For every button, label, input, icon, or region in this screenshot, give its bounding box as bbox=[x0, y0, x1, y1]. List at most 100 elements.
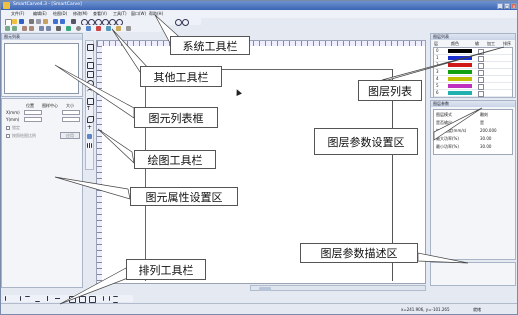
ellipse-icon[interactable] bbox=[87, 80, 94, 87]
zoom-all-icon[interactable] bbox=[175, 19, 182, 26]
grid-icon[interactable] bbox=[126, 26, 131, 31]
layer-param-value[interactable]: 30.00 bbox=[480, 144, 491, 150]
menu-tools[interactable]: 工具(T) bbox=[113, 11, 127, 17]
rectangle-icon[interactable] bbox=[87, 71, 94, 78]
layer-row[interactable]: 1 bbox=[434, 55, 512, 62]
save-icon[interactable] bbox=[19, 19, 24, 24]
layer-color-swatch[interactable] bbox=[448, 63, 472, 67]
layer-row[interactable]: 2 bbox=[434, 62, 512, 69]
y-size-field[interactable] bbox=[62, 117, 80, 122]
layer-color-swatch[interactable] bbox=[448, 56, 472, 60]
align-bottom-icon[interactable] bbox=[35, 296, 40, 302]
layer-output-checkbox[interactable] bbox=[478, 91, 484, 97]
props-header-size: 大小 bbox=[66, 103, 74, 108]
x-position-field[interactable] bbox=[24, 110, 42, 115]
point-icon[interactable]: + bbox=[87, 125, 92, 131]
line-icon[interactable] bbox=[87, 53, 92, 59]
lock-checkbox[interactable] bbox=[6, 126, 10, 130]
open-file-icon[interactable] bbox=[12, 19, 17, 24]
same-height-icon[interactable] bbox=[79, 296, 86, 303]
layer-icon[interactable] bbox=[86, 26, 91, 31]
y-position-field[interactable] bbox=[24, 117, 42, 122]
close-icon[interactable]: × bbox=[511, 3, 517, 9]
align-right-icon[interactable] bbox=[15, 296, 21, 301]
center-v-icon[interactable] bbox=[55, 296, 60, 301]
layer-param-label: 最大功率(%) bbox=[436, 136, 459, 141]
center-h-icon[interactable] bbox=[45, 296, 50, 301]
canvas-hscrollbar[interactable] bbox=[250, 285, 426, 291]
layer-color-swatch[interactable] bbox=[448, 91, 472, 95]
polygon-icon[interactable] bbox=[87, 98, 94, 105]
group-icon[interactable] bbox=[5, 26, 10, 31]
callout-element-props: 图元属性设置区 bbox=[130, 187, 238, 206]
distribute-v-icon[interactable] bbox=[113, 296, 118, 303]
layer-number: 5 bbox=[436, 83, 439, 88]
menu-help[interactable]: 帮助(H) bbox=[149, 11, 163, 17]
undo-icon[interactable] bbox=[53, 19, 58, 24]
rotate-icon[interactable] bbox=[39, 26, 44, 31]
cut-icon[interactable] bbox=[29, 19, 34, 24]
layer-color-swatch[interactable] bbox=[448, 84, 472, 88]
status-bar: x=241.906, y=-101.265 就绪 bbox=[1, 303, 517, 314]
layer-param-value[interactable]: 200.000 bbox=[480, 128, 497, 134]
layer-param-value[interactable]: 30.00 bbox=[480, 136, 491, 142]
node-edit-icon[interactable] bbox=[56, 26, 61, 31]
x-size-field[interactable] bbox=[62, 110, 80, 115]
lock-icon[interactable] bbox=[116, 26, 121, 31]
minimize-icon[interactable]: _ bbox=[497, 3, 503, 9]
layer-color-swatch[interactable] bbox=[448, 70, 472, 74]
distribute-h-icon[interactable] bbox=[103, 296, 110, 301]
menu-edit[interactable]: 编辑(E) bbox=[33, 11, 47, 17]
same-size-icon[interactable] bbox=[89, 296, 96, 303]
menu-modify[interactable]: 修改(M) bbox=[73, 11, 88, 17]
callout-system-toolbar: 系统工具栏 bbox=[170, 36, 250, 55]
ungroup-icon[interactable] bbox=[12, 26, 17, 31]
mirror-h-icon[interactable] bbox=[22, 26, 27, 31]
layer-number: 2 bbox=[436, 62, 439, 67]
barcode-icon[interactable] bbox=[87, 143, 92, 148]
select-icon[interactable] bbox=[71, 19, 76, 24]
align-top-icon[interactable] bbox=[25, 296, 30, 302]
layer-param-value[interactable]: 雕刻 bbox=[480, 112, 488, 118]
layer-param-label: 是否输出 bbox=[436, 120, 452, 125]
arc-icon[interactable] bbox=[87, 89, 92, 95]
zoom-extents-icon[interactable] bbox=[182, 19, 189, 26]
menu-view[interactable]: 查看(V) bbox=[93, 11, 107, 17]
layer-params-grid[interactable]: 图层模式 雕刻 是否输出 是加工速度(mm/s) 200.000 最大功率(%) 30.00… bbox=[433, 109, 513, 155]
apply-button[interactable]: 应用 bbox=[60, 132, 80, 139]
array-icon[interactable] bbox=[46, 26, 51, 31]
layer-row[interactable]: 6 bbox=[434, 90, 512, 97]
layer-params-panel: 图层参数 图层模式 雕刻 是否输出 是加工速度(mm/s) 200.000 最大功率(%)… bbox=[430, 100, 516, 260]
title-bar: SmartCarve4.3 - [SmartCarve] _ □ × bbox=[1, 1, 517, 10]
layer-color-swatch[interactable] bbox=[448, 77, 472, 81]
simulate-icon[interactable] bbox=[66, 26, 71, 31]
callout-arrange-toolbar: 排列工具栏 bbox=[126, 259, 206, 280]
paste-icon[interactable] bbox=[43, 19, 48, 24]
align-left-icon[interactable] bbox=[5, 296, 11, 301]
text-icon[interactable]: T bbox=[87, 107, 92, 112]
copy-icon[interactable] bbox=[36, 19, 41, 24]
layer-row[interactable]: 3 bbox=[434, 69, 512, 76]
layer-param-value[interactable]: 是 bbox=[480, 120, 484, 126]
polyline-icon[interactable] bbox=[87, 62, 94, 69]
image-icon[interactable] bbox=[87, 134, 92, 139]
same-width-icon[interactable] bbox=[69, 296, 76, 303]
gear-icon[interactable] bbox=[76, 26, 81, 31]
layer-row[interactable]: 0 bbox=[434, 48, 512, 55]
redo-icon[interactable] bbox=[60, 19, 65, 24]
menu-window[interactable]: 窗口(W) bbox=[131, 11, 146, 17]
mirror-v-icon[interactable] bbox=[29, 26, 34, 31]
element-list-box[interactable] bbox=[4, 43, 79, 94]
layer-row[interactable]: 5 bbox=[434, 83, 512, 90]
scale-checkbox[interactable] bbox=[6, 134, 10, 138]
layer-row[interactable]: 4 bbox=[434, 76, 512, 83]
bezier-icon[interactable] bbox=[87, 116, 94, 123]
menu-file[interactable]: 文件(F) bbox=[11, 11, 24, 17]
menu-draw[interactable]: 绘图(D) bbox=[53, 11, 67, 17]
laser-icon[interactable] bbox=[96, 26, 101, 31]
pointer-icon[interactable] bbox=[87, 44, 94, 51]
preview-icon[interactable] bbox=[106, 26, 111, 31]
layer-color-swatch[interactable] bbox=[448, 49, 472, 53]
maximize-icon[interactable]: □ bbox=[504, 3, 510, 9]
hscroll-thumb[interactable] bbox=[259, 287, 271, 291]
